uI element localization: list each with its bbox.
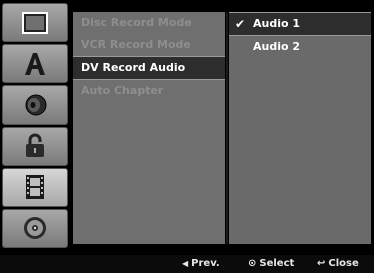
option-audio-1[interactable]: ✔ Audio 1 (229, 12, 371, 36)
select-hint[interactable]: ⊙ Select (248, 258, 294, 269)
checkmark-icon: ✔ (235, 17, 246, 31)
tab-language[interactable] (2, 44, 68, 84)
tab-disc[interactable] (2, 208, 68, 249)
left-arrow-icon: ◀ (182, 259, 189, 268)
category-sidebar (2, 3, 68, 250)
tab-lock[interactable] (2, 126, 68, 166)
close-hint[interactable]: ↩ Close (317, 258, 359, 269)
tab-recording[interactable] (2, 167, 68, 207)
option-list: ✔ Audio 1 Audio 2 (229, 12, 371, 244)
letter-a-icon (22, 51, 48, 77)
panel-divider (226, 12, 228, 244)
footer-hints: ◀ Prev. ⊙ Select ↩ Close (0, 255, 374, 273)
menu-item-dv-record-audio[interactable]: DV Record Audio (73, 56, 225, 80)
menu-list: Disc Record Mode VCR Record Mode DV Reco… (73, 12, 225, 244)
disc-icon (22, 215, 48, 241)
return-icon: ↩ (317, 258, 326, 269)
menu-item-disc-record-mode[interactable]: Disc Record Mode (73, 12, 225, 34)
tab-audio[interactable] (2, 85, 68, 125)
option-label: Audio 2 (253, 40, 301, 53)
select-circle-icon: ⊙ (248, 258, 257, 269)
option-label: Audio 1 (253, 17, 301, 30)
option-audio-2[interactable]: Audio 2 (229, 36, 371, 58)
film-icon (24, 174, 46, 200)
prev-hint[interactable]: ◀ Prev. (182, 258, 220, 269)
menu-item-vcr-record-mode[interactable]: VCR Record Mode (73, 34, 225, 56)
tab-display[interactable] (2, 3, 68, 43)
screen-icon (22, 11, 48, 34)
setup-menu-panel: Disc Record Mode VCR Record Mode DV Reco… (0, 0, 374, 255)
menu-item-auto-chapter[interactable]: Auto Chapter (73, 80, 225, 102)
lock-icon (24, 133, 46, 159)
speaker-icon (22, 92, 48, 118)
